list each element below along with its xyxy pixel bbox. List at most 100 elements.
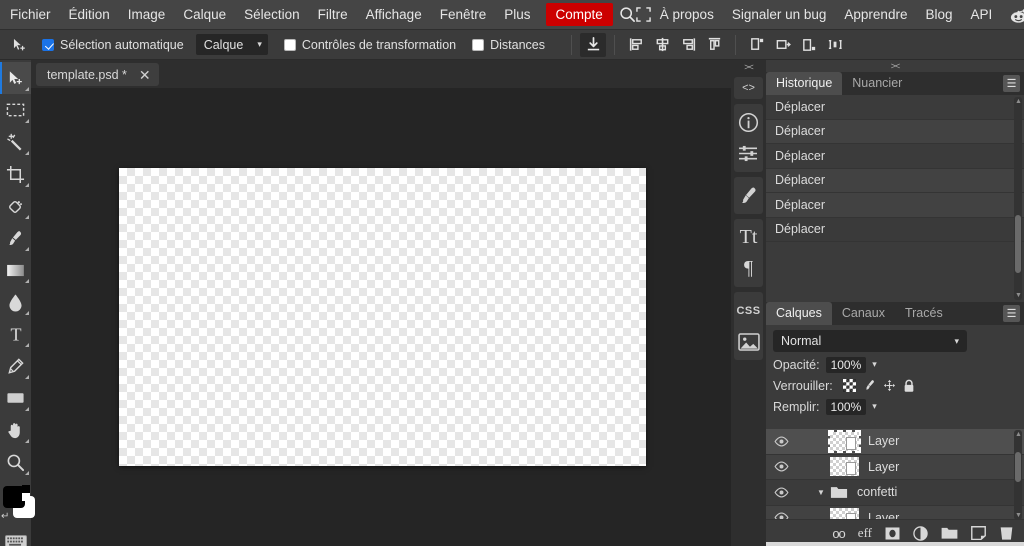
- history-panel-list[interactable]: Déplacer Déplacer Déplacer Déplacer Dépl…: [766, 95, 1024, 302]
- character-icon[interactable]: Tt: [734, 222, 763, 253]
- fullscreen-icon[interactable]: [636, 1, 651, 29]
- reddit-icon[interactable]: [1009, 5, 1024, 24]
- fill-chevron-down-icon[interactable]: ▾: [872, 401, 877, 412]
- layer-name[interactable]: Layer: [868, 460, 899, 474]
- distribute-bottom-icon[interactable]: [796, 33, 822, 57]
- menu-blog[interactable]: Blog: [916, 0, 961, 29]
- account-button[interactable]: Compte: [545, 3, 613, 26]
- auto-select-target-dropdown[interactable]: Calque ▾: [195, 34, 268, 55]
- tab-traces[interactable]: Tracés: [895, 302, 953, 325]
- lock-all-icon[interactable]: [903, 379, 915, 393]
- scroll-down-arrow-icon[interactable]: ▼: [1015, 512, 1022, 519]
- layers-panel-menu-icon[interactable]: ☰: [1003, 305, 1020, 322]
- align-left-edges-icon[interactable]: [623, 33, 649, 57]
- menu-api[interactable]: API: [961, 0, 1001, 29]
- auto-select-check-box[interactable]: [42, 38, 54, 51]
- tool-move[interactable]: [0, 62, 31, 94]
- transform-controls-check-box[interactable]: [283, 38, 296, 51]
- menu-edition[interactable]: Édition: [60, 0, 119, 29]
- menu-a-propos[interactable]: À propos: [651, 0, 723, 29]
- history-panel-menu-icon[interactable]: ☰: [1003, 75, 1020, 92]
- dock-collapse-toggle[interactable]: ><: [766, 60, 1024, 72]
- transform-controls-checkbox[interactable]: Contrôles de transformation: [283, 38, 456, 52]
- menu-selection[interactable]: Sélection: [235, 0, 309, 29]
- distribute-top-icon[interactable]: [744, 33, 770, 57]
- distances-check-box[interactable]: [472, 38, 485, 51]
- close-icon[interactable]: ✕: [139, 68, 151, 82]
- layer-thumbnail[interactable]: [830, 457, 859, 477]
- adjustment-layer-icon[interactable]: [913, 525, 928, 541]
- history-scrollbar[interactable]: ▲ ▼: [1014, 97, 1022, 300]
- color-swatches[interactable]: ↵: [0, 482, 35, 528]
- layer-row[interactable]: Layer: [766, 454, 1024, 480]
- history-item[interactable]: Déplacer: [766, 119, 1024, 144]
- rail-collapse-toggle[interactable]: ><: [731, 60, 766, 74]
- menu-fichier[interactable]: Fichier: [0, 0, 60, 29]
- default-colors-black-icon[interactable]: [22, 485, 30, 493]
- distribute-spacing-icon[interactable]: [822, 33, 848, 57]
- tab-historique[interactable]: Historique: [766, 72, 843, 95]
- tab-nuancier[interactable]: Nuancier: [842, 72, 912, 95]
- menu-affichage[interactable]: Affichage: [357, 0, 431, 29]
- code-icon[interactable]: <>: [734, 80, 763, 96]
- distribute-horizontal-centers-icon[interactable]: [770, 33, 796, 57]
- blend-mode-dropdown[interactable]: Normal ▾: [773, 330, 967, 352]
- delete-layer-icon[interactable]: [999, 526, 1014, 541]
- tool-hand[interactable]: [0, 414, 31, 446]
- menu-signaler-un-bug[interactable]: Signaler un bug: [723, 0, 836, 29]
- menu-fenetre[interactable]: Fenêtre: [431, 0, 496, 29]
- search-icon[interactable]: [619, 1, 636, 29]
- layer-visibility-eye-icon[interactable]: [766, 461, 796, 472]
- layer-list[interactable]: Layer Layer ▼ confetti Layer: [766, 429, 1024, 521]
- layer-thumbnail[interactable]: [828, 429, 861, 453]
- layer-name[interactable]: Layer: [868, 434, 899, 448]
- link-layers-icon[interactable]: oo: [832, 526, 846, 541]
- history-item[interactable]: Déplacer: [766, 95, 1024, 120]
- tool-type[interactable]: T: [0, 318, 31, 350]
- history-item[interactable]: Déplacer: [766, 193, 1024, 218]
- paragraph-icon[interactable]: ¶: [734, 253, 763, 284]
- tab-calques[interactable]: Calques: [766, 302, 832, 325]
- lock-position-icon[interactable]: [883, 379, 896, 392]
- tool-blur[interactable]: [0, 286, 31, 318]
- layer-visibility-eye-icon[interactable]: [766, 487, 796, 498]
- align-top-edges-icon[interactable]: [701, 33, 727, 57]
- layer-effects-icon[interactable]: eff: [858, 525, 872, 541]
- brush-panel-icon[interactable]: [734, 180, 763, 211]
- menu-calque[interactable]: Calque: [174, 0, 235, 29]
- tool-crop[interactable]: [0, 158, 31, 190]
- layer-row[interactable]: Layer: [766, 429, 1024, 455]
- tool-eyedropper[interactable]: [0, 190, 31, 222]
- opacity-value[interactable]: 100%: [825, 356, 867, 373]
- tool-shape[interactable]: [0, 382, 31, 414]
- history-item[interactable]: Déplacer: [766, 144, 1024, 169]
- swap-colors-icon[interactable]: ↵: [1, 511, 9, 522]
- layer-group-name[interactable]: confetti: [857, 485, 897, 499]
- adjustments-icon[interactable]: [734, 138, 763, 169]
- layer-visibility-eye-icon[interactable]: [766, 436, 796, 447]
- canvas-area[interactable]: [119, 168, 646, 466]
- tab-canaux[interactable]: Canaux: [832, 302, 895, 325]
- menu-apprendre[interactable]: Apprendre: [835, 0, 916, 29]
- scroll-down-arrow-icon[interactable]: ▼: [1015, 292, 1022, 299]
- image-icon[interactable]: [734, 326, 763, 357]
- info-icon[interactable]: [734, 107, 763, 138]
- lock-image-pixels-icon[interactable]: [863, 379, 876, 392]
- menu-plus[interactable]: Plus: [495, 0, 539, 29]
- history-scroll-thumb[interactable]: [1015, 215, 1021, 273]
- align-distribute-vertical-icon[interactable]: [580, 32, 606, 57]
- tool-pen[interactable]: [0, 350, 31, 382]
- new-group-icon[interactable]: [941, 527, 958, 540]
- opacity-chevron-down-icon[interactable]: ▾: [872, 359, 877, 370]
- document-canvas[interactable]: [119, 168, 646, 466]
- tool-brush[interactable]: [0, 222, 31, 254]
- keyboard-icon[interactable]: [0, 528, 31, 546]
- css-icon[interactable]: CSS: [734, 295, 763, 326]
- new-layer-icon[interactable]: [971, 526, 986, 540]
- history-item[interactable]: Déplacer: [766, 168, 1024, 193]
- tool-magic-wand[interactable]: [0, 126, 31, 158]
- align-horizontal-centers-icon[interactable]: [649, 33, 675, 57]
- fill-value[interactable]: 100%: [825, 398, 867, 415]
- menu-image[interactable]: Image: [119, 0, 175, 29]
- default-colors-white-icon[interactable]: [22, 493, 30, 501]
